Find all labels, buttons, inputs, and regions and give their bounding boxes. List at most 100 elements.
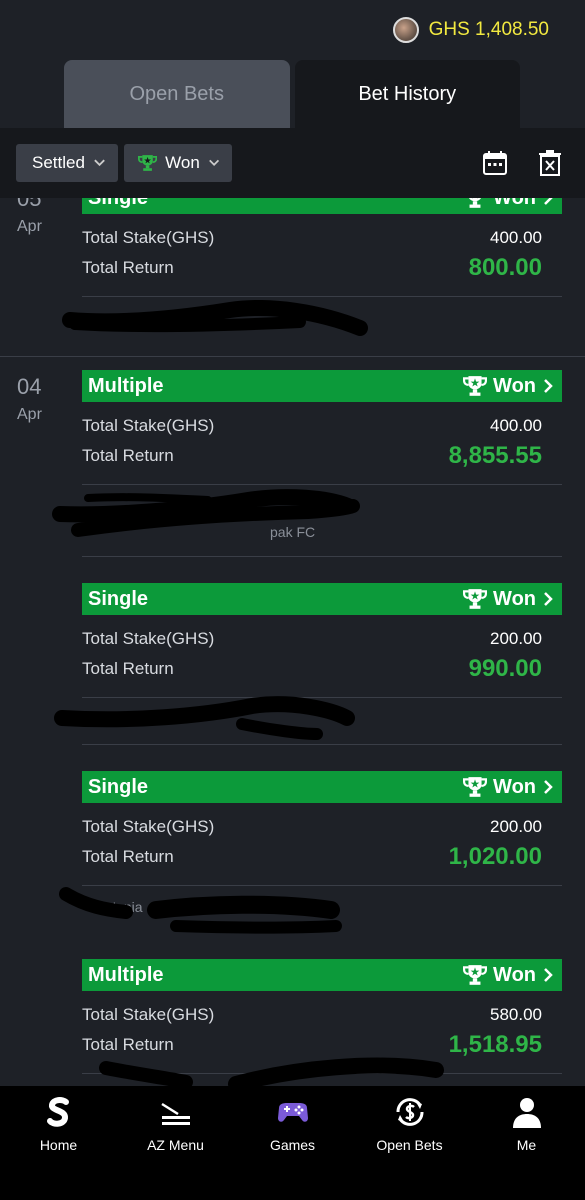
nav-home-label: Home [39,1137,78,1153]
nav-open-bets-label: Open Bets [376,1137,443,1153]
return-label: Total Return [82,847,174,866]
return-row: Total Return 990.00 [82,655,542,683]
settled-dropdown[interactable]: Settled [16,144,118,182]
result-dropdown[interactable]: Won [124,144,232,182]
divider [82,556,562,557]
return-label: Total Return [82,446,174,465]
return-label: Total Return [82,258,174,277]
result-dropdown-label: Won [165,153,200,172]
account-balance[interactable]: GHS 1,408.50 [392,17,549,43]
bet-card-header[interactable]: Single Won [82,198,562,214]
stake-label: Total Stake(GHS) [82,1005,215,1024]
nav-me[interactable]: Me [468,1086,585,1200]
trophy-icon [463,589,488,609]
divider [82,296,562,297]
return-amount: 8,855.55 [448,442,542,469]
bet-status: Won [463,776,554,799]
nav-me-label: Me [516,1137,537,1153]
bet-card[interactable]: Multiple Won Total Stake(GHS) 580.00 Tot… [82,959,562,1074]
stake-row: Total Stake(GHS) 400.00 [82,416,542,436]
nav-az-menu[interactable]: AZ Menu [117,1086,234,1200]
bet-tabs: Open Bets Bet History [64,60,520,128]
filter-bar: Settled Won [0,128,585,198]
return-amount: 1,020.00 [448,843,542,870]
delete-icon[interactable] [537,150,563,176]
chevron-right-icon [544,780,553,794]
open-bets-icon [395,1098,424,1126]
nav-home[interactable]: Home [0,1086,117,1200]
settled-dropdown-label: Settled [32,153,85,172]
bet-status-label: Won [493,374,536,397]
redaction-mark [52,489,360,537]
redaction-mark [99,1057,444,1086]
nav-games[interactable]: Games [234,1086,351,1200]
stake-amount: 400.00 [490,416,542,435]
trophy-icon [138,155,158,171]
gamepad-icon [277,1103,308,1122]
bet-status-label: Won [493,587,536,610]
return-label: Total Return [82,659,174,678]
stake-amount: 400.00 [490,228,542,247]
balance-text: GHS 1,408.50 [428,19,549,40]
sportybet-logo-icon [46,1097,69,1127]
bet-history-list[interactable]: 05 Apr Single Won Total Stake(GHS) 400.0… [0,198,585,1086]
user-icon [512,1098,541,1128]
nav-az-menu-label: AZ Menu [147,1137,204,1153]
bet-card[interactable]: Single Won Total Stake(GHS) 400.00 Total… [82,198,562,297]
stake-row: Total Stake(GHS) 200.00 [82,817,542,837]
bet-card-header[interactable]: Multiple Won [82,370,562,402]
stake-row: Total Stake(GHS) 400.00 [82,228,542,248]
nav-games-label: Games [269,1137,316,1153]
bet-type: Single [88,198,148,210]
divider [82,484,562,485]
date-month: Apr [17,406,42,423]
chevron-right-icon [544,968,553,982]
tab-bet-history[interactable]: Bet History [294,60,520,128]
bet-status: Won [463,588,554,611]
return-row: Total Return 8,855.55 [82,442,542,470]
bet-card-header[interactable]: Multiple Won [82,959,562,991]
stake-amount: 200.00 [490,629,542,648]
stake-label: Total Stake(GHS) [82,228,215,247]
return-amount: 1,518.95 [448,1031,542,1058]
nav-open-bets[interactable]: Open Bets [351,1086,468,1200]
bet-status-label: Won [493,198,536,210]
bet-status: Won [463,964,554,987]
bet-type: Single [88,775,149,798]
bet-status: Won [463,198,554,210]
return-amount: 990.00 [468,655,542,682]
chevron-right-icon [544,198,553,205]
return-row: Total Return 800.00 [82,254,542,282]
return-row: Total Return 1,020.00 [82,843,542,871]
bet-card-header[interactable]: Single Won [82,771,562,803]
bet-type: Multiple [88,963,164,986]
trophy-icon [463,777,488,797]
date-month: Apr [17,218,42,235]
stake-amount: 580.00 [490,1005,542,1024]
stake-row: Total Stake(GHS) 580.00 [82,1005,542,1025]
az-menu-icon [160,1102,190,1125]
trophy-icon [469,198,482,208]
stake-label: Total Stake(GHS) [82,629,215,648]
chevron-down-icon [94,159,105,167]
bet-card[interactable]: Single Won Total Stake(GHS) 200.00 Total… [82,771,562,915]
bet-status: Won [463,375,554,398]
bet-status-label: Won [493,775,536,798]
tab-open-bets[interactable]: Open Bets [64,60,290,128]
top-bar: GHS 1,408.50 Open Bets Bet History [0,0,585,128]
redaction-mark [62,300,368,336]
trophy-icon [463,376,488,396]
calendar-icon[interactable] [482,150,508,176]
bet-card[interactable]: Multiple Won Total Stake(GHS) 400.00 Tot… [82,370,562,557]
trophy-icon [463,965,488,985]
divider [82,744,562,745]
bet-card-header[interactable]: Single Won [82,583,562,615]
stake-amount: 200.00 [490,817,542,836]
date-day: 04 [17,374,42,399]
bet-type: Single [88,587,149,610]
bet-card[interactable]: Single Won Total Stake(GHS) 200.00 Total… [82,583,562,745]
stake-row: Total Stake(GHS) 200.00 [82,629,542,649]
bet-status-label: Won [493,963,536,986]
redaction-mark [59,887,342,934]
avatar[interactable] [392,17,419,43]
